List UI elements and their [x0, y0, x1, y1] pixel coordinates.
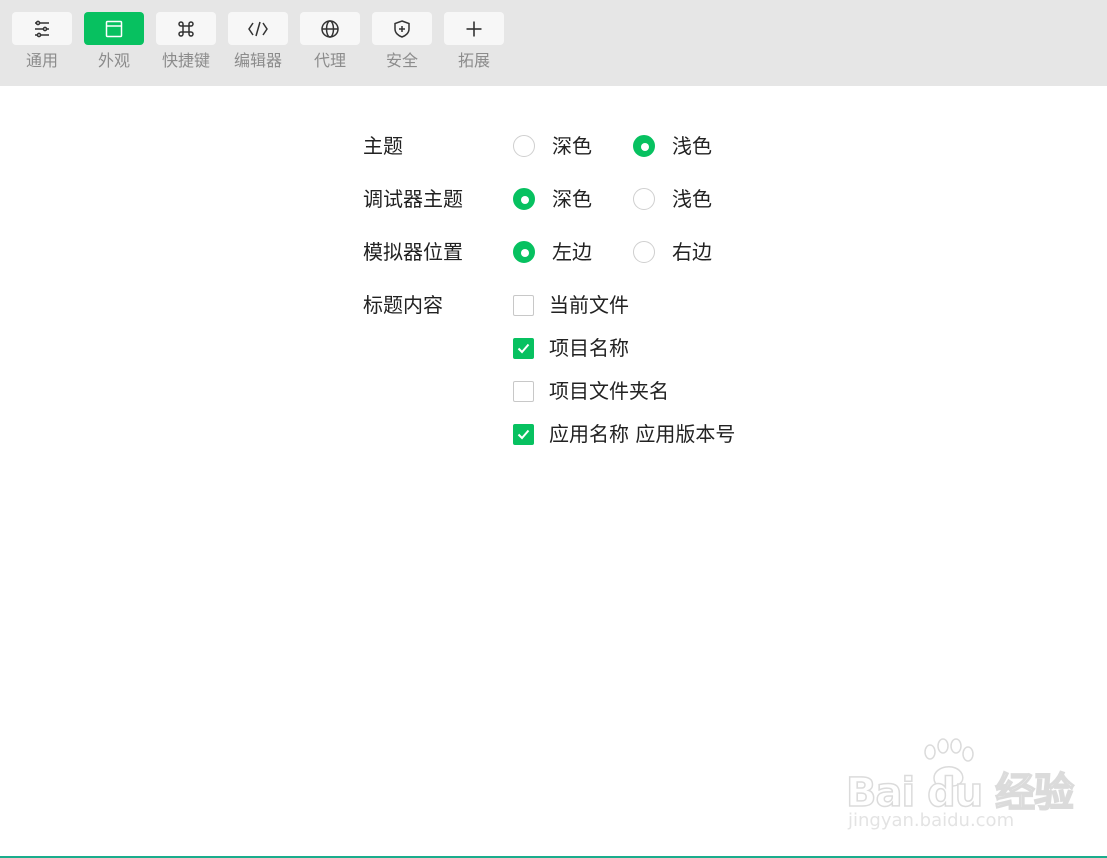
- theme-label: 主题: [363, 134, 403, 158]
- baidu-jingyan-watermark: Bai du 经验 jingyan.baidu.com: [845, 738, 1075, 838]
- title-option-app-name-version[interactable]: 应用名称 应用版本号: [513, 422, 735, 446]
- tab-appearance-label: 外观: [97, 51, 130, 70]
- debugger-theme-option-dark[interactable]: 深色: [513, 187, 592, 211]
- title-option-app-name-version-label: 应用名称 应用版本号: [549, 422, 736, 446]
- theme-option-light[interactable]: 浅色: [633, 134, 712, 158]
- radio-button-selected[interactable]: [513, 241, 535, 263]
- checkbox-checked[interactable]: [513, 337, 534, 359]
- theme-option-dark[interactable]: 深色: [513, 134, 592, 158]
- radio-button[interactable]: [633, 241, 655, 263]
- tab-appearance[interactable]: 外观: [84, 12, 144, 70]
- tab-shortcuts-label: 快捷键: [161, 51, 210, 70]
- tab-general-label: 通用: [25, 51, 58, 70]
- checkmark-icon: [517, 343, 530, 353]
- tab-extensions-button[interactable]: [444, 12, 504, 45]
- debugger-theme-option-dark-label: 深色: [552, 187, 592, 211]
- tab-security-label: 安全: [385, 51, 418, 70]
- radio-button-selected[interactable]: [513, 188, 535, 210]
- toolbar: 通用 外观 快捷键 编辑器 代理 安全 拓展: [0, 0, 1107, 86]
- tab-shortcuts[interactable]: 快捷键: [156, 12, 216, 70]
- title-option-current-file-label: 当前文件: [549, 293, 629, 317]
- globe-icon: [321, 19, 339, 38]
- sliders-icon: [35, 20, 49, 37]
- radio-button[interactable]: [633, 188, 655, 210]
- debugger-theme-label: 调试器主题: [363, 187, 463, 211]
- simulator-position-option-right[interactable]: 右边: [633, 240, 712, 264]
- title-option-project-folder-name-label: 项目文件夹名: [549, 379, 669, 403]
- window-icon: [105, 20, 123, 37]
- tab-proxy[interactable]: 代理: [300, 12, 360, 70]
- tab-proxy-label: 代理: [313, 51, 346, 70]
- checkbox[interactable]: [513, 380, 534, 402]
- simulator-position-option-left[interactable]: 左边: [513, 240, 592, 264]
- debugger-theme-option-light-label: 浅色: [672, 187, 712, 211]
- title-option-project-name[interactable]: 项目名称: [513, 336, 629, 360]
- tab-extensions[interactable]: 拓展: [444, 12, 504, 70]
- tab-general[interactable]: 通用: [12, 12, 72, 70]
- tab-editor-label: 编辑器: [233, 51, 282, 70]
- code-icon: [248, 21, 268, 36]
- radio-button-selected[interactable]: [633, 135, 655, 157]
- theme-option-light-label: 浅色: [672, 134, 712, 158]
- tab-general-button[interactable]: [12, 12, 72, 45]
- tab-editor[interactable]: 编辑器: [228, 12, 288, 70]
- checkmark-icon: [517, 429, 530, 439]
- watermark-url: jingyan.baidu.com: [848, 810, 1015, 831]
- checkbox[interactable]: [513, 294, 534, 316]
- debugger-theme-option-light[interactable]: 浅色: [633, 187, 712, 211]
- tab-extensions-label: 拓展: [457, 51, 490, 70]
- tab-security-button[interactable]: [372, 12, 432, 45]
- radio-button[interactable]: [513, 135, 535, 157]
- title-content-label: 标题内容: [363, 293, 443, 317]
- tab-editor-button[interactable]: [228, 12, 288, 45]
- command-key-icon: [178, 20, 194, 37]
- plus-icon: [466, 21, 482, 36]
- shield-icon: [394, 19, 410, 38]
- tab-proxy-button[interactable]: [300, 12, 360, 45]
- simulator-position-option-left-label: 左边: [552, 240, 592, 264]
- title-option-project-name-label: 项目名称: [549, 336, 629, 360]
- checkbox-checked[interactable]: [513, 423, 534, 445]
- title-option-current-file[interactable]: 当前文件: [513, 293, 629, 317]
- theme-option-dark-label: 深色: [552, 134, 592, 158]
- simulator-position-option-right-label: 右边: [672, 240, 712, 264]
- tab-appearance-button[interactable]: [84, 12, 144, 45]
- tab-shortcuts-button[interactable]: [156, 12, 216, 45]
- simulator-position-label: 模拟器位置: [363, 240, 463, 264]
- tab-security[interactable]: 安全: [372, 12, 432, 70]
- title-option-project-folder-name[interactable]: 项目文件夹名: [513, 379, 669, 403]
